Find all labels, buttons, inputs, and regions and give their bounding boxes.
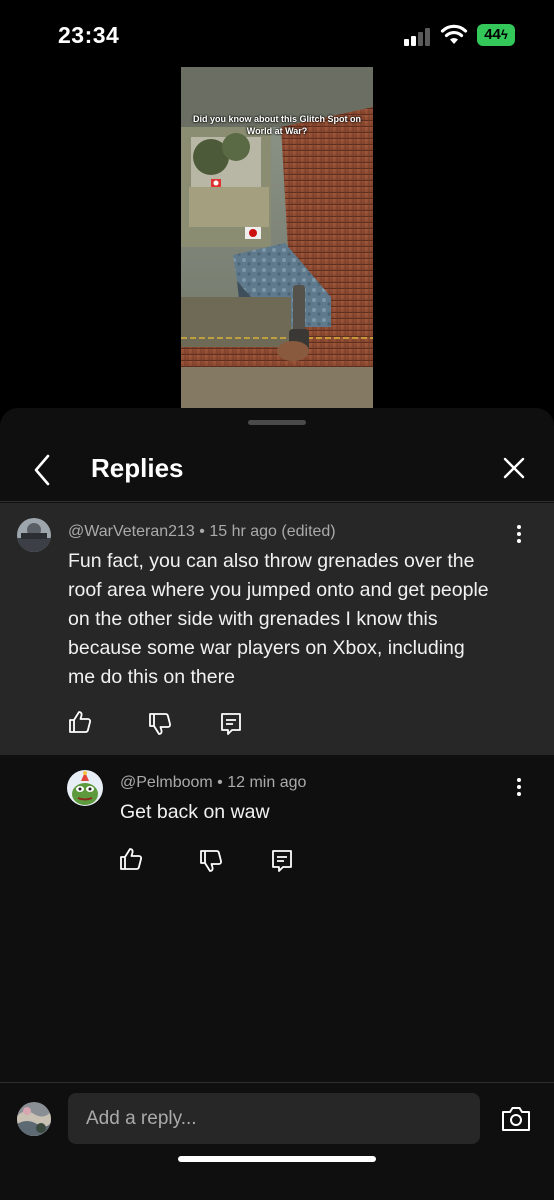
reply-composer: [0, 1082, 554, 1200]
dislike-icon[interactable]: [147, 711, 173, 737]
comment-text: Fun fact, you can also throw grenades ov…: [68, 547, 538, 692]
like-icon[interactable]: [118, 846, 144, 872]
video-player[interactable]: Did you know about this Glitch Spot on W…: [181, 67, 373, 408]
signal-icon: [404, 28, 434, 46]
back-icon[interactable]: [24, 450, 60, 490]
more-vert-icon[interactable]: [509, 774, 529, 804]
avatar[interactable]: [17, 518, 51, 552]
separator-dot: •: [217, 774, 228, 791]
replies-sheet: Replies @WarVeteran213 • 15 hr ago (edit…: [0, 408, 554, 1200]
reply-icon[interactable]: [269, 848, 295, 874]
comment-line: on the other side with grenades I know t…: [68, 608, 438, 630]
charging-bolt-icon: ϟ: [500, 27, 508, 42]
status-bar: 23:34 44ϟ: [0, 0, 554, 66]
battery-level: 44: [484, 26, 501, 43]
dislike-icon[interactable]: [198, 848, 224, 874]
reply-author[interactable]: @Pelmboom: [120, 774, 213, 791]
page-title: Replies: [91, 453, 184, 483]
separator-dot: •: [199, 523, 210, 540]
comment-line: Fun fact, you can also throw grenades ov…: [68, 550, 475, 572]
video-caption: Did you know about this Glitch Spot on W…: [193, 114, 361, 136]
reply-time: 12 min ago: [227, 774, 307, 791]
main-comment: @WarVeteran213 • 15 hr ago (edited) Fun …: [0, 503, 554, 755]
comment-line: roof area where you jumped onto and get …: [68, 579, 489, 601]
replies-header: Replies: [0, 438, 554, 502]
status-time: 23:34: [58, 22, 120, 48]
wifi-icon: [440, 24, 468, 44]
reply-icon[interactable]: [218, 711, 244, 737]
comment-time: 15 hr ago (edited): [209, 523, 336, 540]
comment-meta: @WarVeteran213 • 15 hr ago (edited): [68, 523, 336, 541]
comment-line: me do this on there: [68, 666, 235, 688]
camera-icon[interactable]: [500, 1104, 532, 1134]
comment-line: because some war players on Xbox, includ…: [68, 637, 465, 659]
reply-input[interactable]: [68, 1093, 480, 1144]
home-indicator[interactable]: [178, 1156, 376, 1162]
battery-indicator: 44ϟ: [477, 24, 515, 46]
avatar[interactable]: [67, 770, 103, 806]
avatar: [17, 1102, 51, 1136]
close-icon[interactable]: [496, 450, 532, 486]
drag-handle[interactable]: [248, 420, 306, 425]
reply-meta: @Pelmboom • 12 min ago: [120, 774, 306, 792]
like-icon[interactable]: [67, 709, 93, 735]
reply-text: Get back on waw: [120, 801, 270, 823]
comment-author[interactable]: @WarVeteran213: [68, 523, 195, 540]
